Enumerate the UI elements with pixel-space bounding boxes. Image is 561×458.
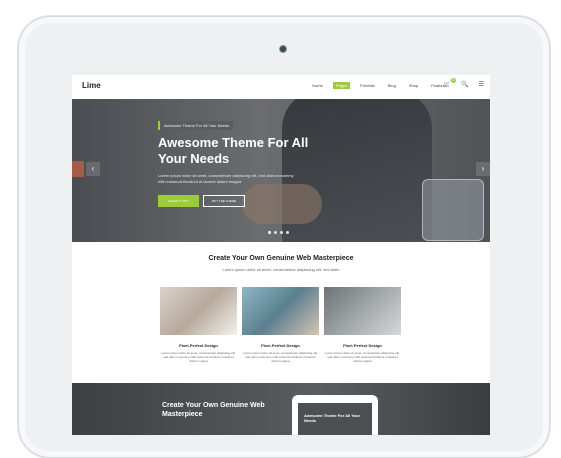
hero-title: Awesome Theme For All Your Needs <box>158 135 309 166</box>
feature-desc: Lorem ipsum dolor sit amet, consectetuer… <box>161 351 236 363</box>
feature-image-paperwork <box>160 287 237 335</box>
feature-desc: Lorem ipsum dolor sit amet, consectetuer… <box>325 351 400 363</box>
cart-icon[interactable]: 🛒 0 <box>444 78 457 88</box>
hero-text: Lorem ipsum dolor sit amet, consectetuer… <box>158 173 294 184</box>
search-icon[interactable]: 🔍 <box>461 81 468 88</box>
menu-item-pages[interactable]: Pages <box>332 82 351 89</box>
nav-icons: 🛒 0 🔍 ☰ <box>444 78 484 88</box>
slider-next-button[interactable]: › <box>476 162 490 176</box>
prev-slide-thumbnail[interactable] <box>72 161 84 177</box>
tablet-mockup-title: Awesome Theme For All Your Needs <box>304 413 361 423</box>
feature-title: Pixel-Perfect Design <box>343 343 382 348</box>
slider-prev-button[interactable]: ‹ <box>86 162 100 176</box>
feature-card: Pixel-Perfect Design Lorem ipsum dolor s… <box>324 287 401 363</box>
main-menu: Home Pages Portfolio Blog Shop Features <box>309 82 450 89</box>
feature-desc: Lorem ipsum dolor sit amet, consectetuer… <box>243 351 318 363</box>
slider-dot-1[interactable] <box>268 231 271 234</box>
menu-item-portfolio[interactable]: Portfolio <box>357 82 378 89</box>
check-it-out-button[interactable]: CHECK IT OUT <box>158 195 200 207</box>
tablet-mockup-screen: Awesome Theme For All Your Needs <box>298 403 372 435</box>
feature-title: Pixel-Perfect Design <box>261 343 300 348</box>
feature-image-team <box>242 287 319 335</box>
feature-cards: Pixel-Perfect Design Lorem ipsum dolor s… <box>160 287 401 363</box>
tablet-camera <box>279 45 287 53</box>
feature-title: Pixel-Perfect Design <box>179 343 218 348</box>
slider-dots <box>268 231 289 234</box>
bottom-title: Create Your Own Genuine Web Masterpiece <box>162 402 265 418</box>
menu-item-home[interactable]: Home <box>309 82 326 89</box>
top-navigation: Lime Home Pages Portfolio Blog Shop Feat… <box>72 75 490 100</box>
menu-item-blog[interactable]: Blog <box>385 82 399 89</box>
bottom-banner: Create Your Own Genuine Web Masterpiece … <box>72 383 490 435</box>
slider-dot-4[interactable] <box>286 231 289 234</box>
menu-item-shop[interactable]: Shop <box>406 82 421 89</box>
section-title: Create Your Own Genuine Web Masterpiece <box>208 255 354 262</box>
slider-dot-3[interactable] <box>280 231 283 234</box>
buy-theme-button[interactable]: BUY THE THEME <box>203 195 246 207</box>
website-screen: Lime Home Pages Portfolio Blog Shop Feat… <box>72 75 490 435</box>
cart-count: 0 <box>451 78 457 83</box>
hero-slider: ‹ › Awesome Theme For All Your Needs Awe… <box>72 99 490 242</box>
slider-dot-2[interactable] <box>274 231 277 234</box>
site-logo[interactable]: Lime <box>82 81 101 90</box>
feature-card: Pixel-Perfect Design Lorem ipsum dolor s… <box>242 287 319 363</box>
tablet-mockup: Awesome Theme For All Your Needs <box>292 395 378 435</box>
hero-tag: Awesome Theme For All Your Needs <box>158 121 234 130</box>
feature-image-person <box>324 287 401 335</box>
feature-card: Pixel-Perfect Design Lorem ipsum dolor s… <box>160 287 237 363</box>
hero-image-glass <box>422 179 484 241</box>
section-subtitle: Lorem ipsum dolor sit amet, consectetuer… <box>222 267 340 272</box>
menu-icon[interactable]: ☰ <box>479 81 484 88</box>
hero-image-hand <box>242 184 322 224</box>
